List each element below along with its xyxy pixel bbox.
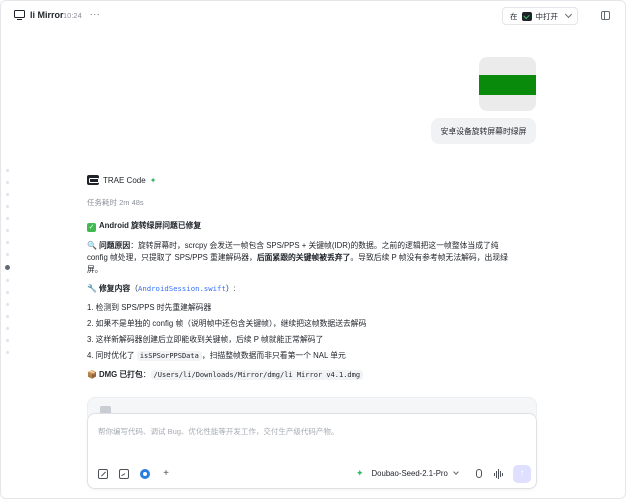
package-icon: 📦 [87, 370, 97, 379]
fix-item-3: 3. 这样新解码器创建后立即能收到关键帧，后续 P 帧就能正常解码了 [87, 335, 324, 344]
cause-line-1: 🔍 问题原因：旋转屏幕时，scrcpy 会发送一帧包含 SPS/PPS + 关键帧… [87, 240, 499, 252]
voice-wave-icon[interactable] [494, 469, 504, 479]
rail-dot[interactable] [6, 351, 9, 354]
browser-icon[interactable] [140, 469, 150, 479]
image-icon[interactable] [119, 469, 129, 479]
dmg-line: 📦 DMG 已打包：/Users/li/Downloads/Mirror/dmg/… [87, 369, 364, 381]
microphone-icon[interactable] [476, 469, 482, 478]
user-attached-image[interactable] [479, 57, 536, 111]
app-window: li Mirror 10:24 ··· 在 中打开 安卓设备旋转屏幕时绿屏 TR… [0, 0, 626, 499]
model-name: Doubao-Seed-2.1-Pro [371, 469, 448, 478]
spark-icon: ✦ [356, 468, 364, 478]
fix-paren-open: （ [130, 284, 138, 293]
more-button[interactable]: ··· [88, 7, 102, 21]
answer-title: Android 旋转绿屏问题已修复 [99, 221, 202, 230]
fix-item-4-code: isSPSorPPSData [136, 351, 202, 361]
chevron-down-icon [453, 469, 459, 475]
rail-dot[interactable] [6, 181, 9, 184]
cause-text-3: 屏。 [87, 265, 103, 274]
fix-label: 修复内容 [99, 284, 131, 293]
window-icon [14, 10, 25, 20]
cause-text-2a: config 帧处理，只提取了 SPS/PPS 重建解码器， [87, 253, 257, 262]
fix-item-4-b: ，扫描整帧数据而非只看第一个 NAL 单元 [201, 351, 346, 360]
rail-dot[interactable] [6, 217, 9, 220]
terminal-icon [521, 11, 532, 21]
rail-dot-active[interactable] [5, 265, 10, 270]
dmg-sep: ： [142, 370, 151, 379]
app-title: li Mirror [30, 10, 64, 20]
cause-line-2: config 帧处理，只提取了 SPS/PPS 重建解码器，后面紧跟的关键帧被丢… [87, 252, 508, 264]
rail-dot[interactable] [6, 193, 9, 196]
magnifier-icon: 🔍 [87, 241, 97, 250]
rail-dot[interactable] [6, 327, 9, 330]
cause-text-2b: 后面紧跟的关键帧被丢弃了 [256, 253, 351, 262]
fix-paren-close: ）: [225, 284, 236, 293]
fix-heading-line: 🔧 修复内容（AndroidSession.swift）: [87, 283, 236, 295]
wrench-icon: 🔧 [87, 284, 97, 293]
toggle-panel-icon[interactable] [601, 11, 610, 20]
user-message-bubble: 安卓设备旋转屏幕时绿屏 [431, 118, 536, 144]
send-button[interactable]: ↑ [513, 465, 531, 483]
open-in-suffix: 中打开 [535, 11, 559, 21]
message-composer[interactable]: 帮你编写代码、调试 Bug、优化性能等开发工作，交付生产级代码产物。 + ✦ D… [87, 413, 537, 489]
edit-icon[interactable] [98, 469, 108, 479]
rail-dot[interactable] [6, 339, 9, 342]
dmg-path[interactable]: /Users/li/Downloads/Mirror/dmg/li Mirror… [150, 370, 364, 380]
title-bar: li Mirror 10:24 ··· 在 中打开 [1, 1, 626, 31]
rail-dot[interactable] [6, 303, 9, 306]
fix-item-4-a: 4. 同时优化了 [87, 351, 137, 360]
rail-dot[interactable] [6, 253, 9, 256]
fix-item-2: 2. 如果不是单独的 config 帧（说明帧中还包含关键帧），继续把这帧数据送… [87, 319, 367, 328]
fix-file-link[interactable]: AndroidSession.swift [138, 284, 226, 293]
rail-dot[interactable] [6, 279, 9, 282]
fix-item-4: 4. 同时优化了 isSPSorPPSData ，扫描整帧数据而非只看第一个 NA… [87, 350, 346, 362]
green-screen-preview [479, 75, 536, 95]
cause-text-2c: 。导致后续 P 帧没有参考帧无法解码，出现绿 [350, 253, 508, 262]
rail-dot[interactable] [6, 169, 9, 172]
add-button[interactable]: + [161, 469, 171, 479]
task-elapsed-time: 任务耗时 2m 48s [87, 198, 144, 207]
assistant-header: TRAE Code ✦ [87, 175, 156, 185]
chevron-down-icon [564, 10, 573, 19]
spark-icon: ✦ [149, 175, 157, 185]
assistant-name: TRAE Code [103, 175, 146, 185]
cause-text-1: ：旋转屏幕时，scrcpy 会发送一帧包含 SPS/PPS + 关键帧(IDR)… [130, 241, 499, 250]
trae-logo-icon [87, 175, 99, 185]
rail-dot[interactable] [6, 205, 9, 208]
composer-tools: + [98, 469, 182, 479]
fix-item-1: 1. 检测到 SPS/PPS 时先重建解码器 [87, 303, 212, 312]
open-in-dropdown[interactable]: 在 中打开 [502, 7, 578, 25]
rail-dot[interactable] [6, 315, 9, 318]
cause-label: 问题原因 [99, 241, 131, 250]
rail-dot[interactable] [6, 291, 9, 294]
dmg-label: DMG 已打包 [99, 370, 143, 379]
app-time: 10:24 [63, 11, 82, 20]
rail-dot[interactable] [6, 241, 9, 244]
composer-placeholder[interactable]: 帮你编写代码、调试 Bug、优化性能等开发工作，交付生产级代码产物。 [98, 426, 338, 437]
check-icon: ✓ [87, 223, 96, 232]
cause-line-3: 屏。 [87, 264, 103, 276]
message-nav-rail[interactable] [5, 169, 10, 363]
model-selector[interactable]: ✦ Doubao-Seed-2.1-Pro [356, 468, 459, 479]
rail-dot[interactable] [6, 229, 9, 232]
answer-title-line: ✓ Android 旋转绿屏问题已修复 [87, 220, 201, 232]
open-in-prefix: 在 [510, 11, 518, 21]
